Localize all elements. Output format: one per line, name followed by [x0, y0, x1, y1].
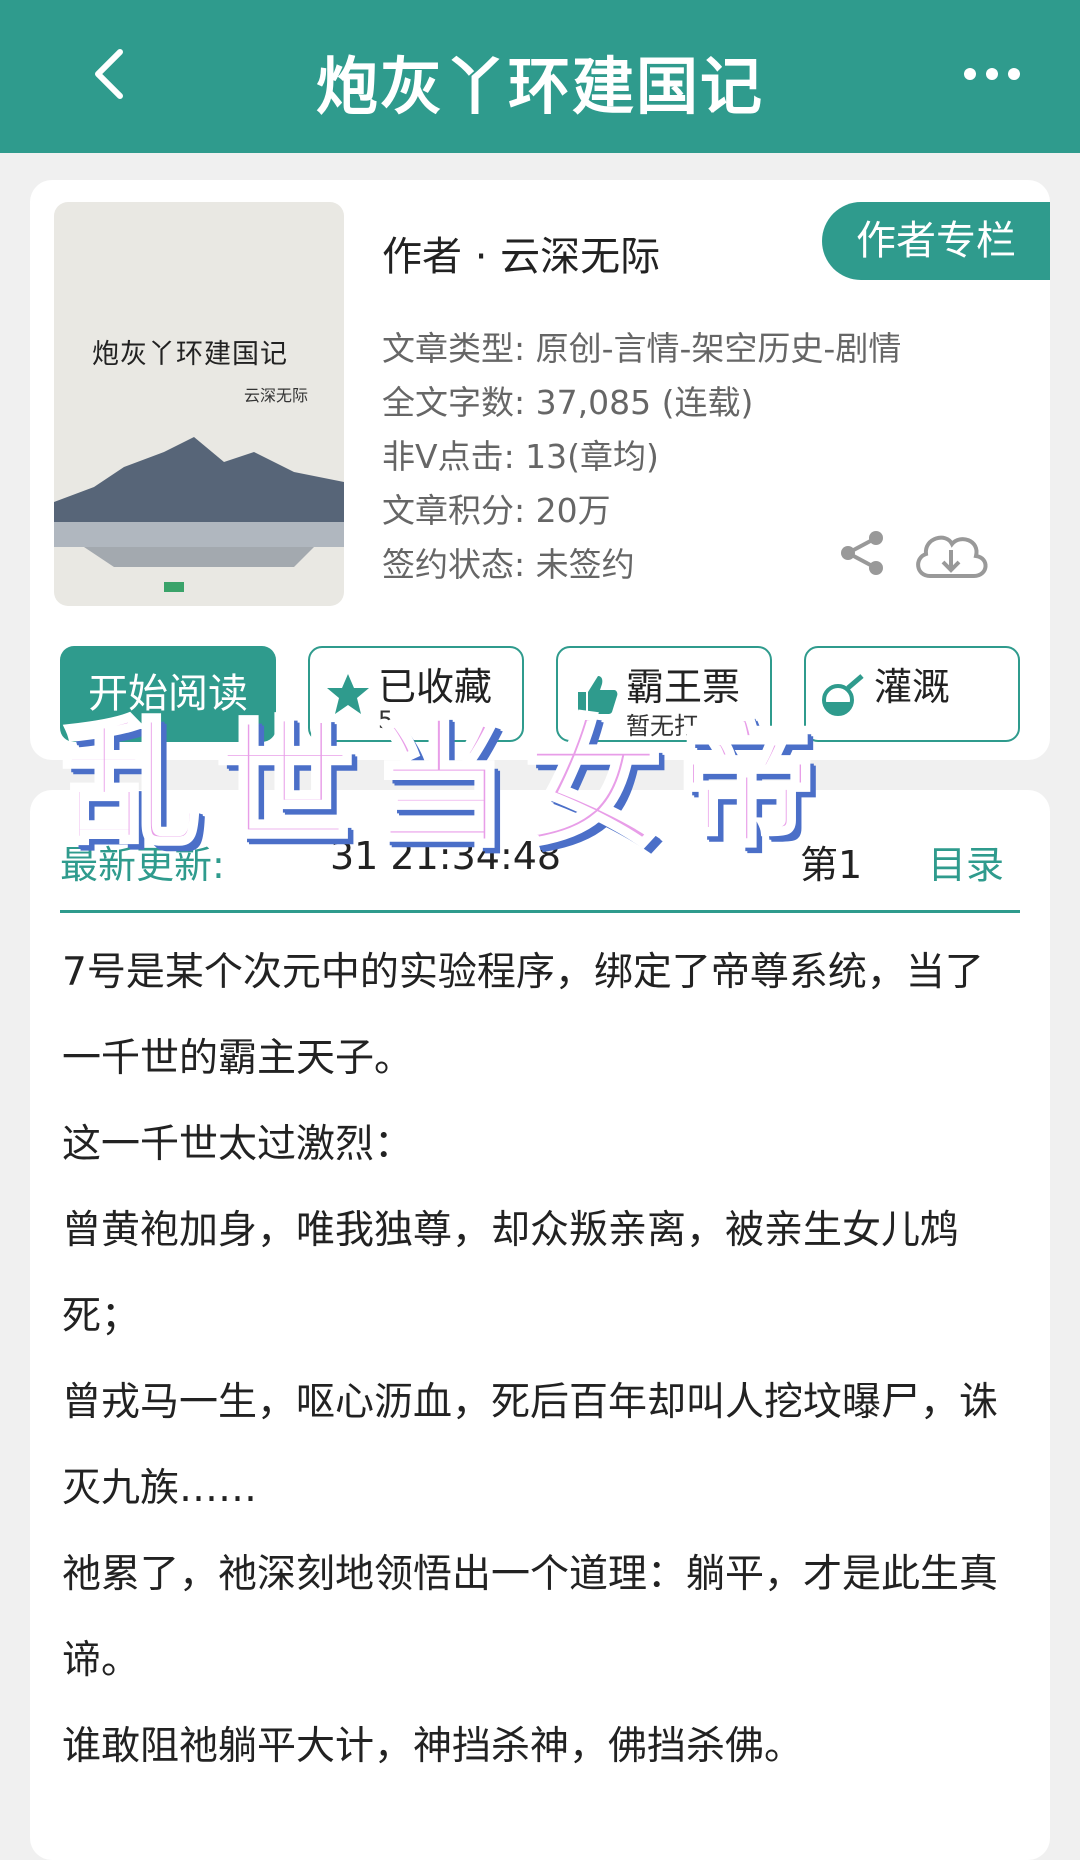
synopsis-paragraph: 这一千世太过激烈：	[62, 1122, 414, 1167]
author-name[interactable]: 作者 · 云深无际	[382, 224, 660, 282]
meta-contract: 签约状态: 未签约	[382, 545, 635, 584]
meta-type: 文章类型: 原创-言情-架空历史-剧情	[382, 329, 902, 368]
water-button[interactable]: 灌溉	[804, 646, 1020, 742]
table-of-contents-link[interactable]: 目录	[928, 834, 1004, 889]
meta-clicks: 非V点击: 13(章均)	[382, 437, 659, 476]
synopsis-paragraph: 祂累了，祂深刻地领悟出一个道理：躺平，才是此生真谛。	[62, 1552, 999, 1683]
synopsis-text: 7号是某个次元中的实验程序，绑定了帝尊系统，当了一千世的霸主天子。 这一千世太过…	[62, 930, 1022, 1790]
download-cloud-icon[interactable]	[910, 524, 992, 586]
synopsis-paragraph: 谁敢阻祂躺平大计，神挡杀神，佛挡杀佛。	[62, 1724, 804, 1769]
water-label: 灌溉	[874, 665, 951, 709]
synopsis-card: 最新更新: 31 21:34:48 第1 目录 7号是某个次元中的实验程序，绑定…	[30, 790, 1050, 1860]
cover-mountain-art	[54, 437, 344, 592]
book-meta: 文章类型: 原创-言情-架空历史-剧情 全文字数: 37,085 (连载) 非V…	[382, 322, 901, 592]
page-title: 炮灰丫环建国记	[315, 50, 764, 123]
meta-score: 文章积分: 20万	[382, 491, 611, 530]
more-options-icon[interactable]	[962, 62, 1022, 86]
synopsis-paragraph: 曾戎马一生，呕心沥血，死后百年却叫人挖坟曝尸，诛灭九族……	[62, 1380, 999, 1511]
author-column-button[interactable]: 作者专栏	[822, 202, 1050, 280]
synopsis-paragraph: 7号是某个次元中的实验程序，绑定了帝尊系统，当了一千世的霸主天子。	[62, 950, 984, 1081]
synopsis-paragraph: 曾黄袍加身，唯我独尊，却众叛亲离，被亲生女儿鸩死；	[62, 1208, 960, 1339]
meta-word-count: 全文字数: 37,085 (连载)	[382, 383, 754, 422]
book-cover[interactable]: 炮灰丫环建国记 云深无际	[54, 202, 344, 606]
overlay-promo-title: 乱世当女帝	[59, 702, 833, 868]
share-icon[interactable]	[838, 528, 888, 578]
top-bar: 炮灰丫环建国记	[0, 0, 1080, 153]
